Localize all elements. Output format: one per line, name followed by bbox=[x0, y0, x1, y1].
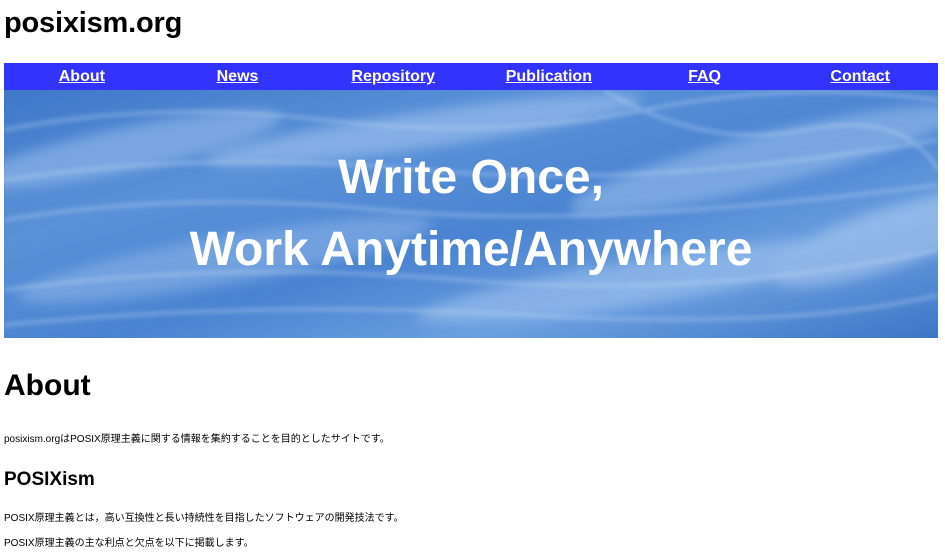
nav-link-about[interactable]: About bbox=[4, 63, 160, 90]
about-heading: About bbox=[4, 369, 91, 402]
posixism-pros-cons-text: POSIX原理主義の主な利点と欠点を以下に掲載します。 bbox=[4, 538, 254, 549]
hero-slogan-line-1: Write Once, bbox=[338, 151, 604, 204]
site-title: posixism.org bbox=[4, 7, 183, 39]
nav-link-faq[interactable]: FAQ bbox=[627, 63, 783, 90]
nav-link-repository[interactable]: Repository bbox=[315, 63, 471, 90]
nav-link-contact[interactable]: Contact bbox=[782, 63, 938, 90]
hero-slogan-line-2: Work Anytime/Anywhere bbox=[189, 223, 753, 276]
main-nav: About News Repository Publication FAQ Co… bbox=[4, 63, 938, 90]
page: posixism.org About News Repository Publi… bbox=[0, 0, 945, 556]
posixism-heading: POSIXism bbox=[4, 469, 95, 490]
hero-slogan: Write Once, Work Anytime/Anywhere bbox=[4, 90, 938, 338]
about-intro-text: posixism.orgはPOSIX原理主義に関する情報を集約することを目的とし… bbox=[4, 434, 390, 445]
nav-link-news[interactable]: News bbox=[160, 63, 316, 90]
nav-link-publication[interactable]: Publication bbox=[471, 63, 627, 90]
hero-banner: Write Once, Work Anytime/Anywhere bbox=[4, 90, 938, 338]
posixism-description-text: POSIX原理主義とは，高い互換性と長い持続性を目指したソフトウェアの開発技法で… bbox=[4, 513, 404, 524]
